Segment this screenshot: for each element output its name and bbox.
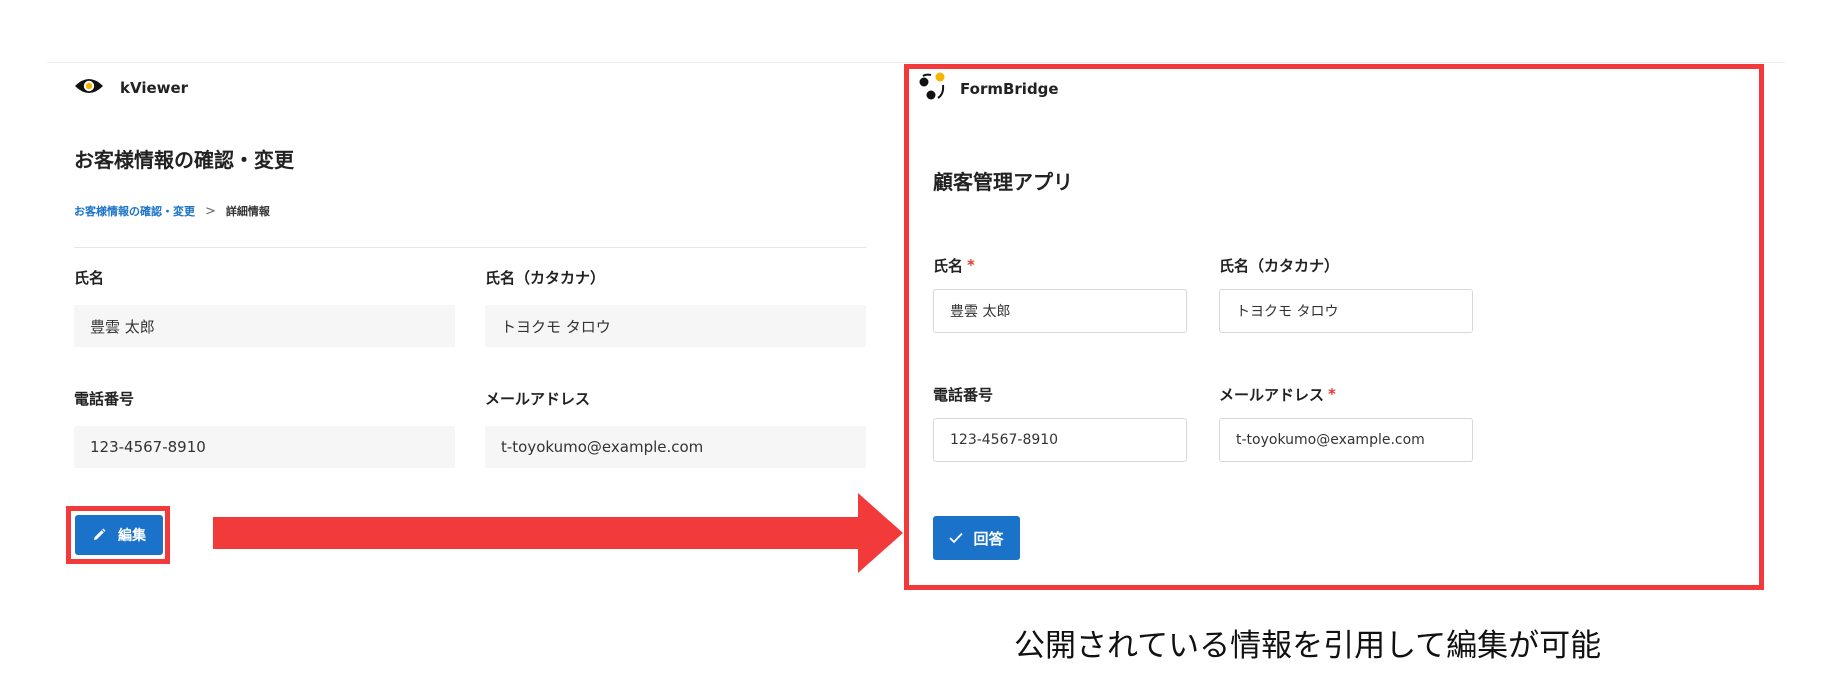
name-kana-input[interactable]: トヨクモ タロウ <box>1219 289 1473 333</box>
field-label: 氏名（カタカナ） <box>485 269 606 287</box>
field-email: メールアドレス t-toyokumo@example.com <box>485 388 866 468</box>
breadcrumb-link[interactable]: お客様情報の確認・変更 <box>74 203 195 219</box>
field-label: 電話番号 <box>74 390 135 408</box>
edit-button-label: 編集 <box>118 527 146 543</box>
arrow-right-icon <box>213 493 903 573</box>
form-field-email: メールアドレス * t-toyokumo@example.com <box>1219 384 1473 462</box>
section-divider <box>74 247 866 248</box>
field-value: t-toyokumo@example.com <box>485 426 866 468</box>
phone-input[interactable]: 123-4567-8910 <box>933 418 1187 462</box>
submit-button-label: 回答 <box>973 530 1004 548</box>
field-label: 氏名 <box>74 269 105 287</box>
form-field-label-text: メールアドレス <box>1219 385 1325 404</box>
field-value: 豊雲 太郎 <box>74 305 455 347</box>
kviewer-brand-name: kViewer <box>120 79 189 97</box>
breadcrumb-current: 詳細情報 <box>225 205 270 218</box>
kviewer-brand: kViewer <box>74 76 188 100</box>
caption: 公開されている情報を引用して編集が可能 <box>1014 628 1602 664</box>
breadcrumb: お客様情報の確認・変更 > 詳細情報 <box>74 203 270 219</box>
field-value: トヨクモ タロウ <box>485 305 866 347</box>
formbridge-brand-name: FormBridge <box>960 80 1059 98</box>
name-input[interactable]: 豊雲 太郎 <box>933 289 1187 333</box>
breadcrumb-separator: > <box>205 203 216 219</box>
form-field-label: メールアドレス * <box>1219 384 1473 404</box>
form-field-name: 氏名 * 豊雲 太郎 <box>933 255 1187 333</box>
field-value: 123-4567-8910 <box>74 426 455 468</box>
form-field-label: 電話番号 <box>933 384 1187 404</box>
form-field-label: 氏名（カタカナ） <box>1219 255 1473 275</box>
app-title: 顧客管理アプリ <box>933 170 1073 194</box>
form-field-phone: 電話番号 123-4567-8910 <box>933 384 1187 462</box>
field-name: 氏名 豊雲 太郎 <box>74 267 455 347</box>
page-title: お客様情報の確認・変更 <box>74 148 294 172</box>
eye-icon <box>74 76 104 100</box>
form-field-label-text: 電話番号 <box>933 385 994 404</box>
required-mark: * <box>967 256 975 274</box>
kviewer-panel: kViewer お客様情報の確認・変更 お客様情報の確認・変更 > 詳細情報 氏… <box>0 0 900 682</box>
submit-answer-button[interactable]: 回答 <box>933 516 1020 560</box>
edit-button[interactable]: 編集 <box>75 515 163 555</box>
formbridge-brand: FormBridge <box>918 72 1059 106</box>
form-field-name-kana: 氏名（カタカナ） トヨクモ タロウ <box>1219 255 1473 333</box>
field-phone: 電話番号 123-4567-8910 <box>74 388 455 468</box>
form-field-label: 氏名 * <box>933 255 1187 275</box>
required-mark: * <box>1328 385 1336 403</box>
field-label: メールアドレス <box>485 390 591 408</box>
pencil-icon <box>94 528 106 540</box>
check-icon <box>949 532 964 544</box>
formbridge-logo-icon <box>918 72 948 106</box>
field-name-kana: 氏名（カタカナ） トヨクモ タロウ <box>485 267 866 347</box>
email-input[interactable]: t-toyokumo@example.com <box>1219 418 1473 462</box>
form-field-label-text: 氏名（カタカナ） <box>1219 256 1340 275</box>
form-field-label-text: 氏名 <box>933 256 964 275</box>
